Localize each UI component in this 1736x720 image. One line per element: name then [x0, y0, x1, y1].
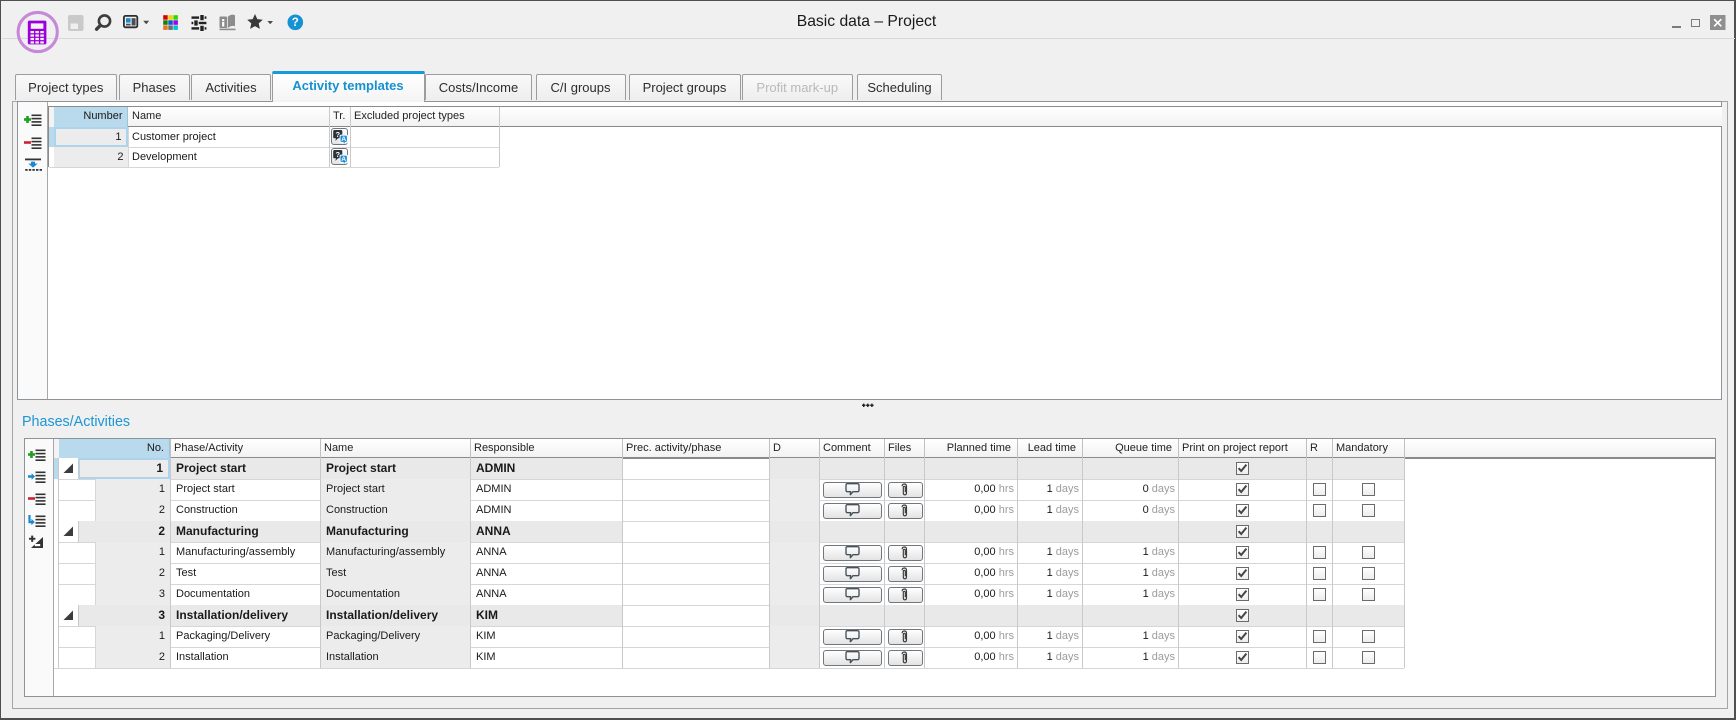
svg-text:A: A — [341, 156, 346, 163]
svg-text:A: A — [341, 136, 346, 143]
